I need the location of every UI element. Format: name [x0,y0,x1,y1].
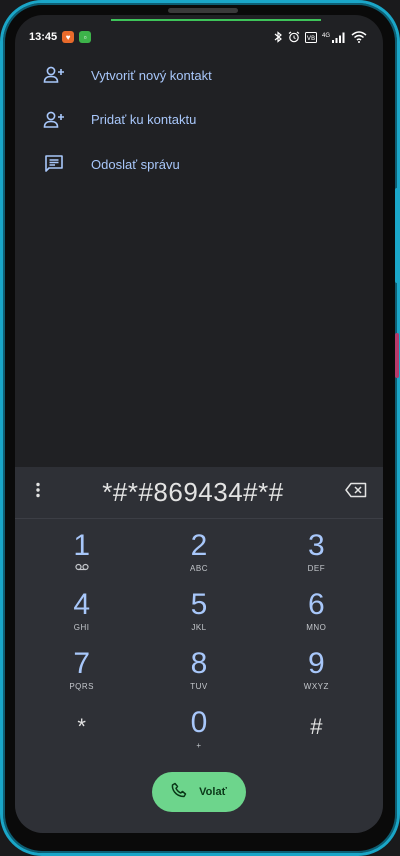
key-hash[interactable]: # [258,706,375,765]
key-letters: JKL [191,623,207,632]
call-button-wrap: Volať [15,772,383,812]
app-notification-icon: ♥ [62,31,75,43]
chat-notification-icon: ▫ [79,31,92,43]
contact-actions-list: Vytvoriť nový kontakt Pridať ku kontaktu… [15,53,383,187]
key-digit: 7 [73,647,90,680]
digits-row: *#*#869434#*# [15,467,383,519]
key-letters: TUV [190,682,208,691]
key-digit: # [310,714,323,739]
key-digit: 8 [190,647,208,680]
message-icon [43,153,65,175]
key-digit: 6 [307,588,325,621]
keypad-grid: 1 2 ABC 3 DEF 4 GHI 5 JKL 6 MNO 7 PQRS 8… [15,519,383,765]
key-letters: DEF [307,564,326,573]
person-add-icon [43,109,65,131]
key-9[interactable]: 9 WXYZ [258,647,375,706]
status-time: 13:45 [29,31,58,43]
key-1[interactable]: 1 [23,529,140,588]
key-letters: PQRS [69,682,94,691]
key-digit: 2 [190,529,208,562]
key-letters: MNO [306,623,327,632]
key-digit: 5 [190,588,208,621]
call-button[interactable]: Volať [152,772,246,812]
power-button [395,333,399,378]
key-digit: 0 [190,706,208,739]
key-7[interactable]: 7 PQRS [23,647,140,706]
key-2[interactable]: 2 ABC [140,529,257,588]
key-digit: * [77,714,86,739]
network-type-label: 4G [321,33,330,39]
earpiece [168,8,238,13]
alarm-icon [288,31,300,43]
key-4[interactable]: 4 GHI [23,588,140,647]
key-letters: GHI [73,623,90,632]
key-3[interactable]: 3 DEF [258,529,375,588]
create-contact-label: Vytvoriť nový kontakt [91,67,212,83]
key-digit: 3 [307,529,325,562]
key-8[interactable]: 8 TUV [140,647,257,706]
key-letters: + [196,741,202,750]
key-0[interactable]: 0 + [140,706,257,765]
signal-icon [332,32,345,43]
call-label: Volať [199,786,227,798]
dialed-digits[interactable]: *#*#869434#*# [41,477,345,508]
send-message-action[interactable]: Odoslať správu [15,142,383,187]
key-star[interactable]: * [23,706,140,765]
dialpad: *#*#869434#*# 1 2 ABC 3 DEF 4 GHI 5 JKL … [15,467,383,833]
key-letters: ABC [190,564,208,573]
wifi-icon [351,31,367,43]
add-to-contact-action[interactable]: Pridať ku kontaktu [15,98,383,143]
add-to-contact-label: Pridať ku kontaktu [91,112,197,128]
screen: 13:45 ♥ ▫ VB 4G Vytvoriť nový kontakt Pr… [15,15,383,833]
person-add-icon [43,64,65,86]
volume-button [395,188,399,283]
phone-icon [171,782,187,803]
status-bar: 13:45 ♥ ▫ VB 4G [15,15,383,53]
voicemail-icon [75,563,89,574]
send-message-label: Odoslať správu [91,156,180,172]
key-5[interactable]: 5 JKL [140,588,257,647]
key-digit: 4 [73,588,90,621]
create-contact-action[interactable]: Vytvoriť nový kontakt [15,53,383,98]
svg-text:VB: VB [307,35,315,42]
key-digit: 9 [307,647,325,680]
backspace-icon[interactable] [345,482,367,503]
bluetooth-icon [274,31,282,43]
key-6[interactable]: 6 MNO [258,588,375,647]
key-letters: WXYZ [303,682,329,691]
key-digit: 1 [73,529,90,562]
data-saver-icon: VB [304,31,317,43]
